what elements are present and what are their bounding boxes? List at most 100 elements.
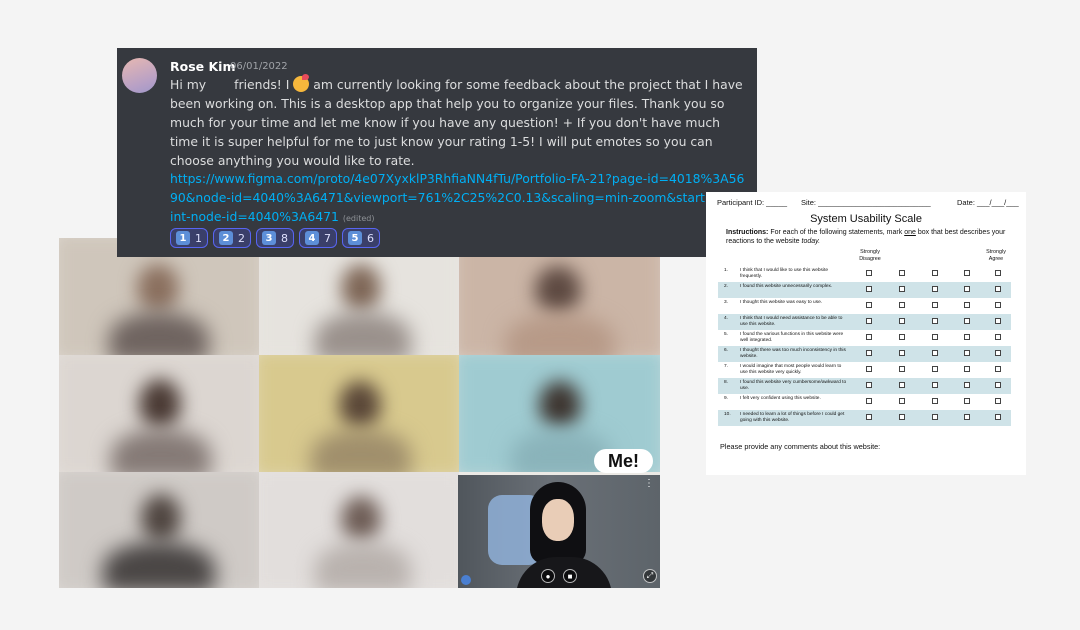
rating-checkbox-2[interactable] bbox=[899, 334, 905, 340]
rating-checkbox-4[interactable] bbox=[964, 398, 970, 404]
item-text: I found this website very cumbersome/awk… bbox=[740, 380, 847, 391]
rating-checkbox-4[interactable] bbox=[964, 270, 970, 276]
rating-checkbox-1[interactable] bbox=[866, 350, 872, 356]
keycap-2-icon: 2 bbox=[219, 231, 233, 245]
rating-checkbox-3[interactable] bbox=[932, 382, 938, 388]
participant-id-field: Participant ID: _____ bbox=[717, 198, 788, 207]
rating-checkbox-5[interactable] bbox=[995, 366, 1001, 372]
rating-checkbox-5[interactable] bbox=[995, 302, 1001, 308]
rating-checkbox-5[interactable] bbox=[995, 318, 1001, 324]
participant-badge-icon bbox=[461, 575, 471, 585]
rating-checkbox-4[interactable] bbox=[964, 286, 970, 292]
rating-checkbox-1[interactable] bbox=[866, 366, 872, 372]
message-text-friends: friends! I bbox=[234, 77, 290, 92]
item-text: I thought this website was easy to use. bbox=[740, 300, 823, 305]
figma-link-text[interactable]: https://www.figma.com/proto/4e07XyxklP3R… bbox=[170, 171, 744, 224]
microphone-icon[interactable]: ● bbox=[541, 569, 555, 583]
sus-items: 1. I think that I would like to use this… bbox=[718, 266, 1011, 426]
rating-checkbox-1[interactable] bbox=[866, 270, 872, 276]
rating-checkbox-2[interactable] bbox=[899, 366, 905, 372]
rating-checkbox-5[interactable] bbox=[995, 286, 1001, 292]
rating-checkbox-3[interactable] bbox=[932, 366, 938, 372]
rating-checkbox-2[interactable] bbox=[899, 270, 905, 276]
rating-checkbox-4[interactable] bbox=[964, 366, 970, 372]
sus-item-row: 4. I think that I would need assistance … bbox=[718, 314, 1011, 330]
form-instructions: Instructions: For each of the following … bbox=[726, 229, 1018, 246]
rating-checkbox-3[interactable] bbox=[932, 350, 938, 356]
rating-checkbox-5[interactable] bbox=[995, 382, 1001, 388]
reaction-count: 1 bbox=[195, 231, 202, 245]
item-number: 10. bbox=[724, 412, 731, 417]
rating-checkbox-3[interactable] bbox=[932, 302, 938, 308]
reaction-keycap-4[interactable]: 4 7 bbox=[299, 228, 337, 248]
rating-checkbox-2[interactable] bbox=[899, 382, 905, 388]
item-number: 9. bbox=[724, 396, 729, 401]
instructions-one: one bbox=[904, 229, 916, 236]
participant-tile bbox=[259, 355, 459, 472]
rating-checkbox-2[interactable] bbox=[899, 350, 905, 356]
rating-checkbox-1[interactable] bbox=[866, 334, 872, 340]
rating-checkbox-5[interactable] bbox=[995, 414, 1001, 420]
rating-checkbox-2[interactable] bbox=[899, 414, 905, 420]
reaction-count: 6 bbox=[367, 231, 374, 245]
figma-link[interactable]: https://www.figma.com/proto/4e07XyxklP3R… bbox=[170, 169, 745, 228]
reaction-keycap-1[interactable]: 1 1 bbox=[170, 228, 208, 248]
message-author[interactable]: Rose Kim bbox=[170, 59, 235, 74]
rating-checkbox-4[interactable] bbox=[964, 302, 970, 308]
participant-tile bbox=[59, 472, 259, 588]
rating-checkbox-4[interactable] bbox=[964, 382, 970, 388]
rating-checkbox-3[interactable] bbox=[932, 270, 938, 276]
item-number: 2. bbox=[724, 284, 729, 289]
item-number: 4. bbox=[724, 316, 729, 321]
keycap-3-icon: 3 bbox=[262, 231, 276, 245]
camera-icon[interactable]: ■ bbox=[563, 569, 577, 583]
item-text: I thought there was too much inconsisten… bbox=[740, 348, 846, 359]
instructions-today: today. bbox=[801, 237, 821, 245]
me-label: Me! bbox=[594, 449, 653, 473]
rating-checkbox-2[interactable] bbox=[899, 318, 905, 324]
instructions-heading: Instructions: bbox=[726, 229, 769, 236]
expand-icon[interactable]: ⤢ bbox=[643, 569, 657, 583]
rating-checkbox-3[interactable] bbox=[932, 414, 938, 420]
rating-checkbox-1[interactable] bbox=[866, 318, 872, 324]
rating-checkbox-4[interactable] bbox=[964, 334, 970, 340]
keycap-4-icon: 4 bbox=[305, 231, 319, 245]
rating-checkbox-5[interactable] bbox=[995, 350, 1001, 356]
rating-checkbox-4[interactable] bbox=[964, 318, 970, 324]
rating-checkbox-3[interactable] bbox=[932, 286, 938, 292]
reaction-keycap-5[interactable]: 5 6 bbox=[342, 228, 380, 248]
rating-checkbox-3[interactable] bbox=[932, 318, 938, 324]
edited-label: (edited) bbox=[342, 214, 375, 223]
rating-checkbox-3[interactable] bbox=[932, 398, 938, 404]
item-text: I found the various functions in this we… bbox=[740, 332, 844, 343]
item-number: 8. bbox=[724, 380, 729, 385]
participant-tile bbox=[59, 355, 259, 472]
instructions-text-a: For each of the following statements, ma… bbox=[770, 229, 903, 236]
rating-checkbox-5[interactable] bbox=[995, 334, 1001, 340]
rating-checkbox-1[interactable] bbox=[866, 414, 872, 420]
rating-checkbox-1[interactable] bbox=[866, 398, 872, 404]
sus-item-row: 1. I think that I would like to use this… bbox=[718, 266, 1011, 282]
site-field: Site: ___________________________ bbox=[801, 198, 931, 207]
rating-checkbox-2[interactable] bbox=[899, 302, 905, 308]
rating-checkbox-5[interactable] bbox=[995, 270, 1001, 276]
rating-checkbox-1[interactable] bbox=[866, 286, 872, 292]
reaction-keycap-3[interactable]: 3 8 bbox=[256, 228, 294, 248]
sus-item-row: 3. I thought this website was easy to us… bbox=[718, 298, 1011, 314]
reaction-keycap-2[interactable]: 2 2 bbox=[213, 228, 251, 248]
hearts-face-emoji-icon bbox=[293, 74, 310, 92]
keycap-5-icon: 5 bbox=[348, 231, 362, 245]
rating-checkbox-2[interactable] bbox=[899, 286, 905, 292]
reaction-count: 7 bbox=[324, 231, 331, 245]
rating-checkbox-1[interactable] bbox=[866, 382, 872, 388]
rating-checkbox-4[interactable] bbox=[964, 350, 970, 356]
participant-tile bbox=[259, 472, 459, 588]
rating-checkbox-5[interactable] bbox=[995, 398, 1001, 404]
avatar[interactable] bbox=[122, 58, 157, 93]
more-options-icon[interactable]: ⋮ bbox=[644, 479, 654, 489]
rating-checkbox-1[interactable] bbox=[866, 302, 872, 308]
rating-checkbox-3[interactable] bbox=[932, 334, 938, 340]
rating-checkbox-4[interactable] bbox=[964, 414, 970, 420]
rating-checkbox-2[interactable] bbox=[899, 398, 905, 404]
self-video-tile: ⋮ ● ■ ⤢ bbox=[458, 475, 660, 588]
